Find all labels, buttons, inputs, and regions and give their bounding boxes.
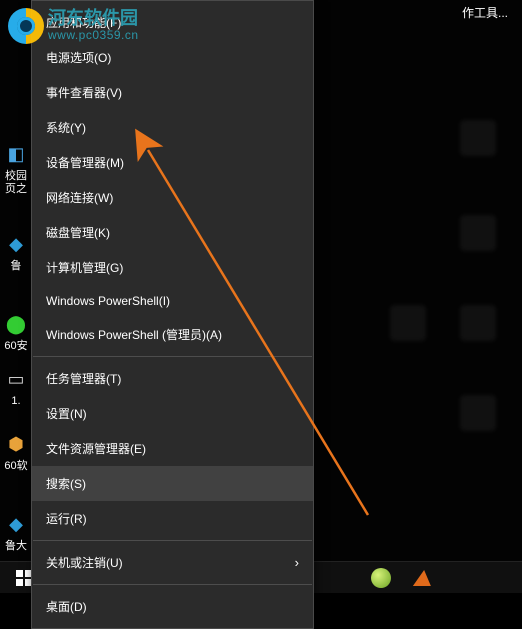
menu-item-shutdown-signout[interactable]: 关机或注销(U) › [32,545,313,580]
menu-item-label: Windows PowerShell(I) [46,294,170,308]
menu-item-power-options[interactable]: 电源选项(O) [32,40,313,75]
desktop-icon-label: 鲁 [11,260,22,272]
watermark-logo [8,8,44,44]
desktop-icon[interactable]: ⬢ 60软 [2,430,30,473]
menu-item-label: 设备管理器(M) [46,154,124,171]
shield-icon: ⬤ [2,310,30,338]
menu-item-disk-management[interactable]: 磁盘管理(K) [32,215,313,250]
menu-item-device-manager[interactable]: 设备管理器(M) [32,145,313,180]
menu-item-label: 设置(N) [46,405,87,422]
menu-item-computer-management[interactable]: 计算机管理(G) [32,250,313,285]
file-icon: ▭ [2,365,30,393]
desktop-icon-label: 校园页之 [5,170,27,195]
desktop-ghost-icon[interactable] [390,305,426,341]
menu-separator [33,584,312,585]
chevron-right-icon: › [295,555,299,570]
desktop-icon[interactable]: ⬤ 60安 [2,310,30,353]
menu-item-label: Windows PowerShell (管理员)(A) [46,326,222,343]
menu-item-label: 磁盘管理(K) [46,224,110,241]
menu-separator [33,540,312,541]
menu-item-run[interactable]: 运行(R) [32,501,313,536]
watermark-title: 河东软件园 [48,4,138,30]
desktop-icon[interactable]: ◆ 鲁 [2,230,30,273]
desktop-background: 河东软件园 www.pc0359.cn 作工具... ◧ 校园页之 ◆ 鲁 ⬤ … [0,0,522,593]
green-orb-icon [371,568,391,588]
watermark-url: www.pc0359.cn [48,28,139,42]
taskbar-app-green[interactable] [361,563,401,593]
desktop-ghost-icon[interactable] [460,215,496,251]
menu-item-label: 电源选项(O) [46,49,111,66]
desktop-icon[interactable]: ◆ 鲁大 [2,510,30,553]
menu-item-label: 搜索(S) [46,475,86,492]
menu-item-label: 关机或注销(U) [46,554,123,571]
html-icon: ◧ [2,140,30,168]
desktop-ghost-icon[interactable] [460,395,496,431]
menu-item-search[interactable]: 搜索(S) [32,466,313,501]
desktop-icon[interactable]: ▭ 1. [2,365,30,408]
winx-context-menu: 应用和功能(F) 电源选项(O) 事件查看器(V) 系统(Y) 设备管理器(M)… [31,0,314,629]
menu-item-powershell[interactable]: Windows PowerShell(I) [32,285,313,317]
menu-item-label: 运行(R) [46,510,87,527]
menu-item-task-manager[interactable]: 任务管理器(T) [32,361,313,396]
box-icon: ⬢ [2,430,30,458]
desktop-ghost-icon[interactable] [460,305,496,341]
menu-item-label: 桌面(D) [46,598,87,615]
menu-item-label: 网络连接(W) [46,189,113,206]
window-title-fragment: 作工具... [462,4,508,21]
desktop-icon-label: 鲁大 [5,540,27,552]
menu-item-label: 文件资源管理器(E) [46,440,146,457]
menu-item-settings[interactable]: 设置(N) [32,396,313,431]
menu-item-label: 计算机管理(G) [46,259,123,276]
matlab-icon [413,570,433,586]
menu-item-powershell-admin[interactable]: Windows PowerShell (管理员)(A) [32,317,313,352]
desktop-icon-label: 60安 [4,340,27,352]
app-icon: ◆ [2,230,30,258]
desktop-icon-label: 60软 [4,460,27,472]
menu-item-system[interactable]: 系统(Y) [32,110,313,145]
menu-item-label: 系统(Y) [46,119,86,136]
menu-item-event-viewer[interactable]: 事件查看器(V) [32,75,313,110]
menu-item-label: 事件查看器(V) [46,84,122,101]
menu-item-label: 任务管理器(T) [46,370,121,387]
desktop-ghost-icon[interactable] [460,120,496,156]
menu-item-network-connections[interactable]: 网络连接(W) [32,180,313,215]
app-icon: ◆ [2,510,30,538]
desktop-icon[interactable]: ◧ 校园页之 [2,140,30,196]
menu-item-desktop[interactable]: 桌面(D) [32,589,313,624]
windows-logo-icon [16,570,32,586]
taskbar-matlab[interactable] [403,563,443,593]
menu-separator [33,356,312,357]
desktop-icon-label: 1. [11,395,20,407]
menu-item-file-explorer[interactable]: 文件资源管理器(E) [32,431,313,466]
